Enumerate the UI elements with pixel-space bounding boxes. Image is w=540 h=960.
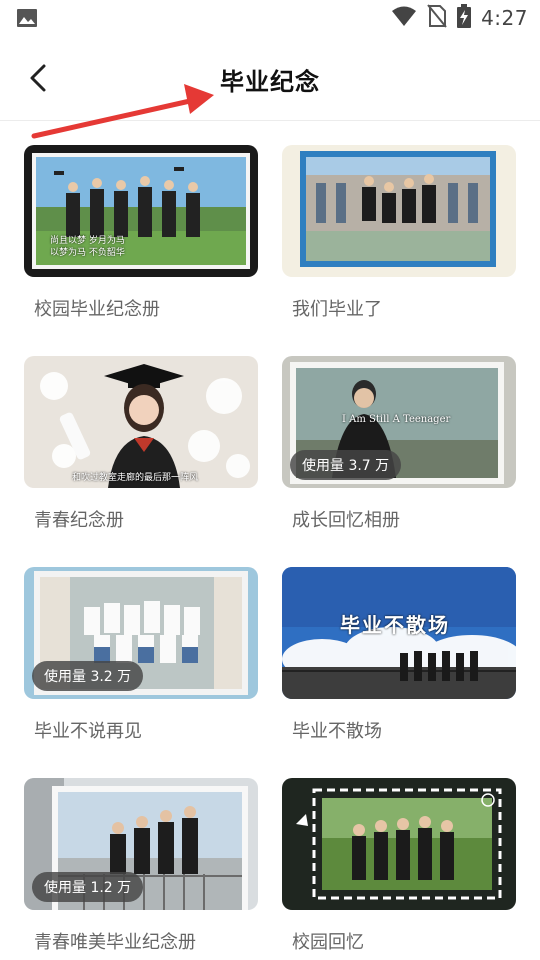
status-right: 4:27 [391,4,528,32]
usage-badge: 使用量 3.7 万 [290,450,402,480]
status-time: 4:27 [481,6,528,30]
template-title: 校园回忆 [292,932,364,953]
thumbnail-caption: 尚且以梦 岁月为马 以梦为马 不负韶华 [50,236,125,258]
template-title: 我们毕业了 [292,299,382,320]
template-card[interactable]: 和吹过教室走廊的最后那一阵风 青春纪念册 [24,356,258,532]
usage-badge: 使用量 1.2 万 [32,872,144,902]
template-card[interactable]: 我们毕业了 [282,145,516,321]
template-title: 毕业不散场 [292,721,382,742]
template-title: 青春纪念册 [34,510,124,531]
status-bar: 4:27 [0,0,540,36]
template-thumbnail: 尚且以梦 岁月为马 以梦为马 不负韶华 [24,145,258,277]
thumbnail-caption: I Am Still A Teenager [342,414,451,425]
template-card[interactable]: 尚且以梦 岁月为马 以梦为马 不负韶华 校园毕业纪念册 [24,145,258,321]
template-title: 成长回忆相册 [292,510,400,531]
thumbnail-caption: 毕业不散场 [340,613,450,637]
template-title: 青春唯美毕业纪念册 [34,932,196,953]
thumbnail-caption: 和吹过教室走廊的最后那一阵风 [72,473,199,483]
template-card[interactable]: 使用量 3.2 万 毕业不说再见 [24,567,258,743]
template-card[interactable]: 使用量 1.2 万 青春唯美毕业纪念册 [24,778,258,954]
template-thumbnail: 和吹过教室走廊的最后那一阵风 [24,356,258,488]
page-title: 毕业纪念 [220,68,320,96]
template-title: 校园毕业纪念册 [34,299,160,320]
template-thumbnail: 使用量 3.2 万 [24,567,258,699]
usage-badge: 使用量 3.2 万 [32,661,144,691]
template-card[interactable]: 校园回忆 [282,778,516,954]
template-thumbnail [282,778,516,910]
template-thumbnail: 使用量 1.2 万 [24,778,258,910]
template-card[interactable]: 毕业不散场 毕业不散场 [282,567,516,743]
template-thumbnail [282,145,516,277]
no-sim-icon [427,4,447,32]
image-icon [16,8,38,28]
template-title: 毕业不说再见 [34,721,142,742]
wifi-icon [391,5,417,31]
template-thumbnail: 毕业不散场 [282,567,516,699]
app-bar: 毕业纪念 [0,36,540,121]
battery-charging-icon [457,4,472,32]
template-card[interactable]: I Am Still A Teenager 使用量 3.7 万 成长回忆相册 [282,356,516,532]
template-thumbnail: I Am Still A Teenager 使用量 3.7 万 [282,356,516,488]
